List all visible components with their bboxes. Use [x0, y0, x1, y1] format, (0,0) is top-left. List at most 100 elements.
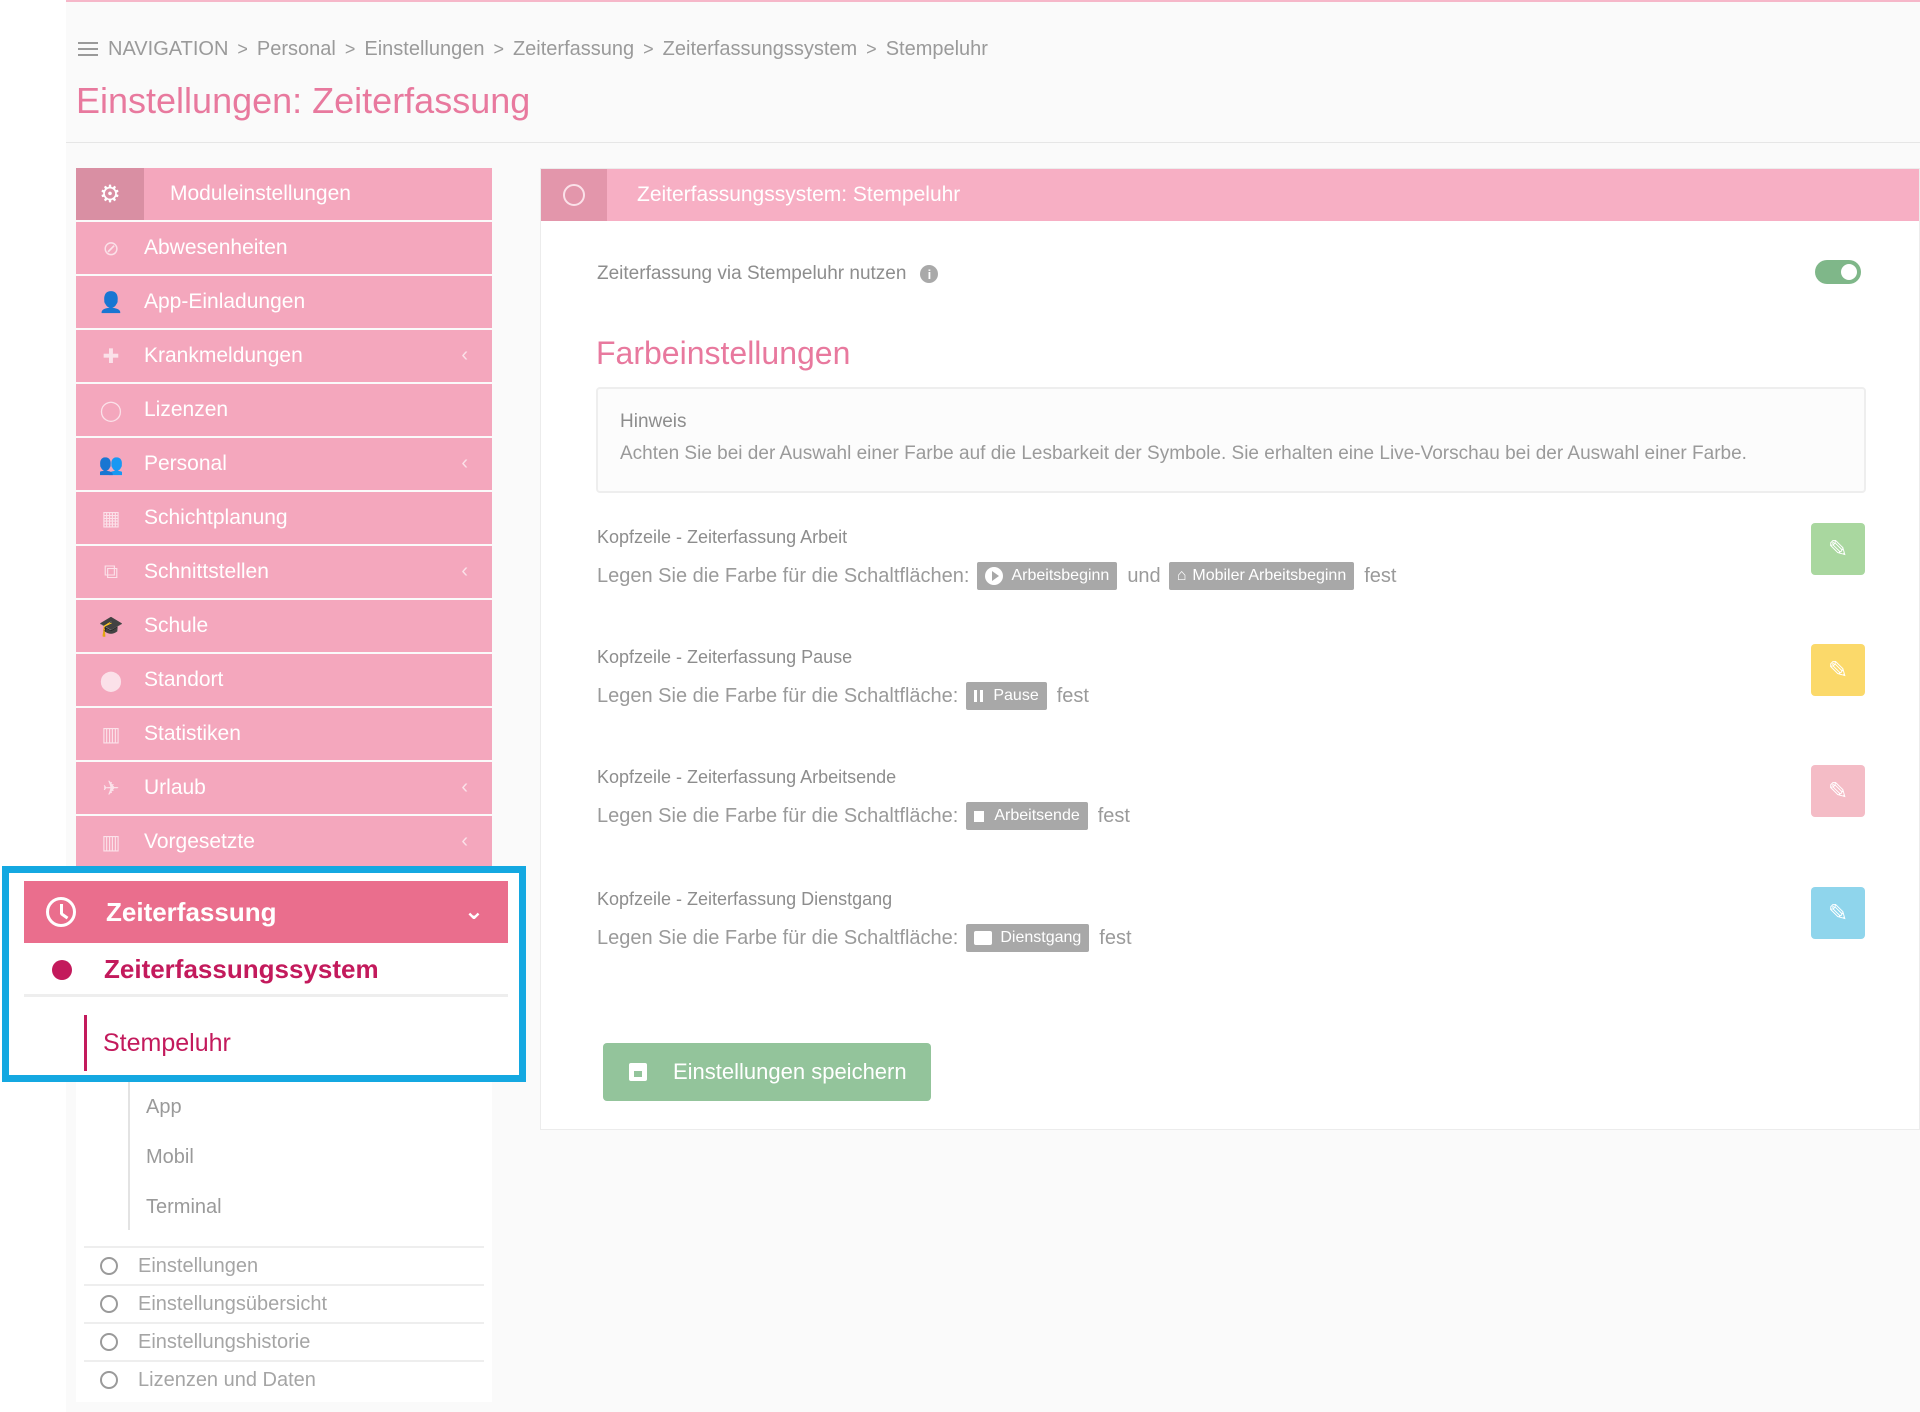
plane-icon: ✈ — [102, 777, 120, 800]
sidebar-item-schichtplanung[interactable]: ▦ Schichtplanung — [76, 492, 492, 544]
sidebar-header-label: Moduleinstellungen — [170, 182, 351, 205]
chart-icon: ▥ — [101, 831, 121, 854]
sidebar-item-label: Lizenzen — [144, 398, 229, 421]
sidebar-subitem-einstellungen[interactable]: Einstellungen — [84, 1246, 484, 1284]
breadcrumb-separator: > — [643, 38, 654, 59]
hint-title: Hinweis — [620, 411, 687, 432]
clock-icon — [541, 169, 607, 221]
top-rule — [66, 0, 1920, 2]
sidebar-item-schule[interactable]: 🎓 Schule — [76, 600, 492, 652]
breadcrumb: NAVIGATION > Personal > Einstellungen > … — [78, 36, 988, 62]
sidebar-subitem-mobil[interactable]: Mobil — [130, 1132, 222, 1182]
sidebar-item-zeiterfassung[interactable]: Zeiterfassung ⌄ — [24, 881, 508, 943]
toggle-row: Zeiterfassung via Stempeluhr nutzen i — [597, 263, 939, 285]
sidebar-subitem-einstellungshistorie[interactable]: Einstellungshistorie — [84, 1322, 484, 1360]
chip-label: Arbeitsbeginn — [1011, 567, 1110, 584]
medical-icon: ✚ — [102, 345, 120, 368]
sidebar-subitem-stempeluhr[interactable]: Stempeluhr — [84, 1015, 231, 1071]
radio-list: Einstellungen Einstellungsübersicht Eins… — [84, 1246, 484, 1398]
calendar-icon: ▦ — [101, 507, 121, 530]
breadcrumb-item-einstellungen[interactable]: Einstellungen — [364, 38, 484, 61]
row-title: Kopfzeile - Zeiterfassung Pause — [597, 647, 853, 667]
row-description: Legen Sie die Farbe für die Schaltfläche… — [597, 924, 1867, 952]
row-desc-suffix: fest — [1056, 684, 1089, 707]
color-row-dienstgang: Kopfzeile - Zeiterfassung Dienstgang Leg… — [597, 889, 1867, 959]
radio-label: Einstellungen — [138, 1254, 259, 1277]
color-picker-arbeit[interactable]: ✎ — [1811, 523, 1865, 575]
sidebar-subitem-app[interactable]: App — [130, 1082, 222, 1132]
chevron-left-icon: ‹ — [461, 452, 468, 474]
clock-icon — [46, 897, 76, 927]
chip-arbeitsbeginn: Arbeitsbeginn — [977, 562, 1118, 590]
row-description: Legen Sie die Farbe für die Schaltfläche… — [597, 802, 1867, 830]
sidebar-header: ⚙ Moduleinstellungen — [76, 168, 492, 220]
eyedropper-icon: ✎ — [1827, 899, 1849, 927]
hint-box: Hinweis Achten Sie bei der Auswahl einer… — [596, 387, 1866, 493]
row-desc-connector: und — [1127, 564, 1161, 587]
sidebar-subitem-zeiterfassungssystem[interactable]: Zeiterfassungssystem — [24, 945, 508, 997]
sidebar-subitem-lizenzen-und-daten[interactable]: Lizenzen und Daten — [84, 1360, 484, 1398]
menu-icon[interactable] — [78, 42, 98, 56]
info-icon[interactable]: i — [920, 265, 939, 283]
breadcrumb-item-personal[interactable]: Personal — [257, 38, 336, 61]
section-title: Farbeinstellungen — [596, 335, 851, 371]
row-desc-prefix: Legen Sie die Farbe für die Schaltfläche… — [597, 564, 970, 587]
sidebar: ⚙ Moduleinstellungen ⊘ Abwesenheiten 👤 A… — [76, 168, 492, 868]
settings-panel: Zeiterfassungssystem: Stempeluhr Zeiterf… — [540, 168, 1920, 1130]
sidebar-item-label: Urlaub — [144, 776, 206, 799]
sidebar-subitem-label: Stempeluhr — [103, 1028, 231, 1057]
toggle-label: Zeiterfassung via Stempeluhr nutzen — [597, 263, 907, 284]
sidebar-item-statistiken[interactable]: ▥ Statistiken — [76, 708, 492, 760]
sidebar-subitem-label: Zeiterfassungssystem — [104, 954, 379, 984]
stempeluhr-toggle[interactable] — [1815, 260, 1861, 284]
sidebar-item-abwesenheiten[interactable]: ⊘ Abwesenheiten — [76, 222, 492, 274]
chip-pause: Pause — [966, 682, 1047, 710]
sidebar-item-personal[interactable]: 👥 Personal ‹ — [76, 438, 492, 490]
user-icon: 👤 — [98, 291, 124, 314]
color-picker-pause[interactable]: ✎ — [1811, 644, 1865, 696]
color-row-arbeitsende: Kopfzeile - Zeiterfassung Arbeitsende Le… — [597, 767, 1867, 837]
highlight-frame: Zeiterfassung ⌄ Zeiterfassungssystem Ste… — [2, 866, 526, 1082]
color-picker-dienstgang[interactable]: ✎ — [1811, 887, 1865, 939]
radio-circle-icon — [100, 1295, 118, 1313]
sidebar-item-lizenzen[interactable]: ◯ Lizenzen — [76, 384, 492, 436]
save-button[interactable]: Einstellungen speichern — [603, 1043, 931, 1101]
sidebar-item-label: Schule — [144, 614, 209, 637]
radio-label: Einstellungsübersicht — [138, 1292, 327, 1315]
breadcrumb-item-zeiterfassungssystem[interactable]: Zeiterfassungssystem — [663, 38, 858, 61]
row-description: Legen Sie die Farbe für die Schaltfläche… — [597, 682, 1867, 710]
divider — [66, 142, 1920, 143]
color-row-arbeit: Kopfzeile - Zeiterfassung Arbeit Legen S… — [597, 527, 1867, 597]
pause-icon — [974, 690, 984, 702]
color-picker-arbeitsende[interactable]: ✎ — [1811, 765, 1865, 817]
sidebar-subitem-terminal[interactable]: Terminal — [130, 1182, 222, 1232]
breadcrumb-separator: > — [344, 38, 356, 59]
chip-label: Pause — [993, 687, 1039, 704]
chevron-left-icon: ‹ — [461, 344, 468, 366]
breadcrumb-item-zeiterfassung[interactable]: Zeiterfassung — [513, 38, 634, 61]
chevron-left-icon: ‹ — [461, 560, 468, 582]
row-desc-suffix: fest — [1364, 564, 1397, 587]
sidebar-item-krankmeldungen[interactable]: ✚ Krankmeldungen ‹ — [76, 330, 492, 382]
sub-tree: App Mobil Terminal — [128, 1082, 222, 1230]
save-button-label: Einstellungen speichern — [673, 1059, 907, 1084]
group-icon: 👥 — [98, 453, 124, 476]
sidebar-item-schnittstellen[interactable]: ⧉ Schnittstellen ‹ — [76, 546, 492, 598]
breadcrumb-item-stempeluhr: Stempeluhr — [885, 37, 988, 60]
briefcase-icon — [974, 931, 993, 945]
sidebar-item-app-einladungen[interactable]: 👤 App-Einladungen — [76, 276, 492, 328]
sidebar-item-label: Schichtplanung — [144, 506, 288, 529]
sidebar-item-urlaub[interactable]: ✈ Urlaub ‹ — [76, 762, 492, 814]
sidebar-item-vorgesetzte[interactable]: ▥ Vorgesetzte ‹ — [76, 816, 492, 868]
sidebar-item-label: Schnittstellen — [144, 560, 269, 583]
sidebar-subitem-einstellungsuebersicht[interactable]: Einstellungsübersicht — [84, 1284, 484, 1322]
chevron-left-icon: ‹ — [461, 776, 468, 798]
sidebar-item-standort[interactable]: ⬤ Standort — [76, 654, 492, 706]
breadcrumb-item-navigation[interactable]: NAVIGATION — [108, 38, 228, 61]
location-pin-icon: ⬤ — [99, 669, 123, 692]
radio-label: Lizenzen und Daten — [138, 1368, 316, 1391]
eyedropper-icon: ✎ — [1827, 777, 1849, 805]
row-desc-prefix: Legen Sie die Farbe für die Schaltfläche… — [597, 684, 959, 707]
radio-label: Einstellungshistorie — [138, 1330, 311, 1353]
chip-label: Mobiler Arbeitsbeginn — [1192, 567, 1347, 584]
